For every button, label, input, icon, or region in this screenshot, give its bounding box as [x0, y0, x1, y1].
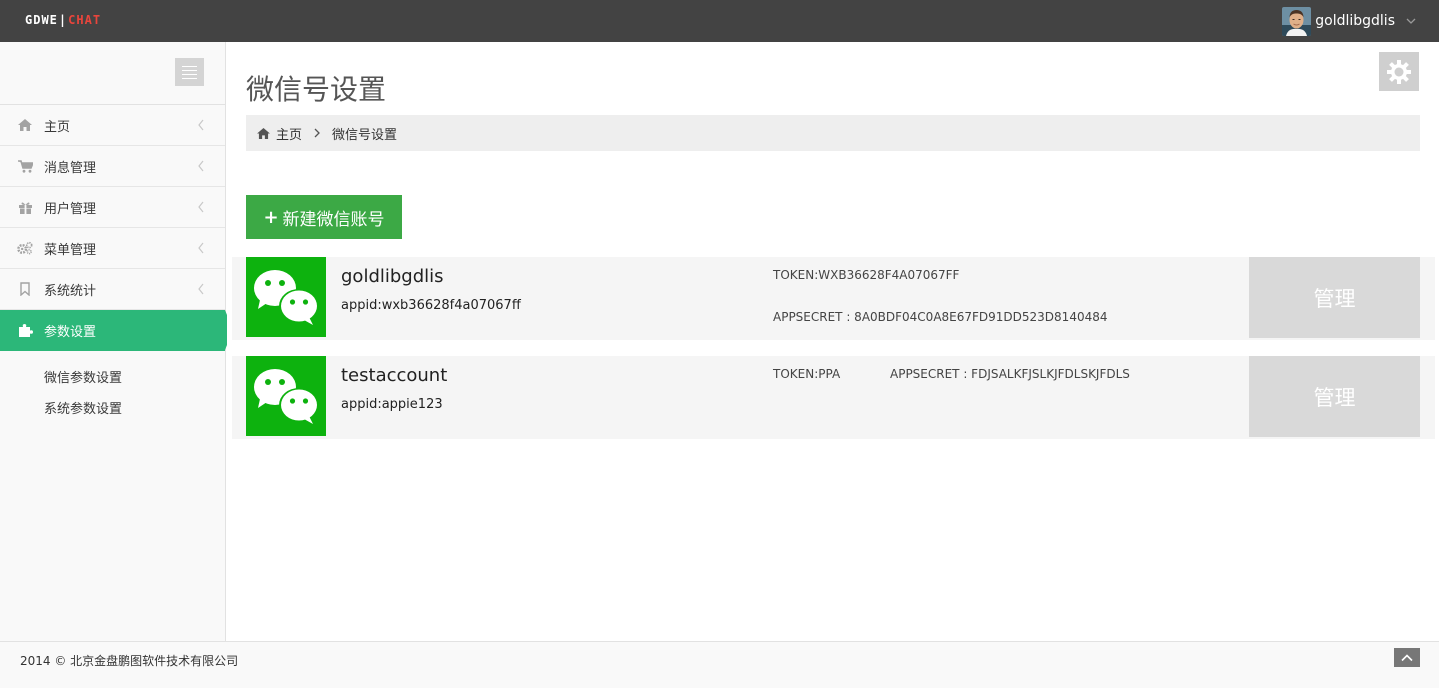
chevron-left-icon	[198, 283, 204, 295]
sidebar-toggle-bar	[0, 42, 225, 105]
chevron-left-icon	[198, 160, 204, 172]
logo-separator: |	[58, 13, 68, 27]
menu-bars-icon-line	[182, 77, 197, 79]
chevron-left-icon	[198, 119, 204, 131]
breadcrumb-home-link[interactable]: 主页	[276, 124, 302, 143]
menu-bars-icon-line	[182, 73, 197, 75]
chevron-up-icon	[1401, 654, 1413, 662]
gift-icon	[17, 199, 33, 215]
top-navbar: GDWE|CHAT goldlibgdlis	[0, 0, 1439, 42]
submenu-item-system-params[interactable]: 系统参数设置	[0, 394, 225, 425]
manage-button[interactable]: 管理	[1249, 257, 1420, 338]
new-wechat-account-button[interactable]: + 新建微信账号	[246, 195, 402, 239]
submenu-item-wechat-params[interactable]: 微信参数设置	[0, 363, 225, 394]
new-button-label: 新建微信账号	[282, 209, 385, 230]
sidebar-item-statistics[interactable]: 系统统计	[0, 269, 225, 310]
cogs-icon	[17, 240, 33, 256]
puzzle-icon	[17, 323, 33, 339]
logo-text-primary: GDWE	[25, 13, 58, 27]
sidebar-item-home[interactable]: 主页	[0, 105, 225, 146]
main-content: 微信号设置 主页 微信号设置 + 新建微信账号 goldlibgdlis app…	[227, 42, 1439, 641]
bookmark-icon	[17, 281, 33, 297]
wechat-logo-icon	[246, 356, 326, 436]
plus-icon: +	[263, 206, 279, 228]
sidebar-item-label: 参数设置	[44, 325, 97, 340]
sidebar-item-label: 消息管理	[44, 160, 97, 176]
sidebar-item-label: 系统统计	[44, 283, 97, 299]
user-menu[interactable]: goldlibgdlis	[1282, 6, 1417, 36]
sidebar-item-users[interactable]: 用户管理	[0, 187, 225, 228]
home-icon	[257, 127, 270, 139]
chevron-left-icon	[198, 201, 204, 213]
home-icon	[17, 117, 33, 133]
menu-bars-icon	[182, 65, 197, 67]
page-title: 微信号设置	[246, 73, 387, 106]
username: goldlibgdlis	[1315, 13, 1395, 29]
footer: 2014 © 北京金盘鹏图软件技术有限公司	[0, 641, 1439, 688]
sidebar-item-label: 主页	[44, 119, 71, 135]
account-card: goldlibgdlis appid:wxb36628f4a07067ff TO…	[232, 257, 1435, 340]
chevron-down-icon	[1406, 18, 1416, 24]
manage-button[interactable]: 管理	[1249, 356, 1420, 437]
settings-submenu: 微信参数设置 系统参数设置	[0, 351, 225, 425]
avatar	[1282, 6, 1312, 36]
logo-text-accent: CHAT	[68, 13, 102, 27]
chevron-right-icon	[314, 128, 320, 138]
wechat-logo-icon	[246, 257, 326, 337]
breadcrumb: 主页 微信号设置	[246, 115, 1420, 151]
sidebar-item-menus[interactable]: 菜单管理	[0, 228, 225, 269]
breadcrumb-current: 微信号设置	[332, 127, 398, 143]
account-appsecret: APPSECRET : 8A0BDF04C0A8E67FD91DD523D814…	[773, 310, 1108, 324]
sidebar-item-label: 用户管理	[44, 201, 97, 217]
account-name: testaccount	[341, 365, 448, 386]
gear-icon	[1387, 59, 1411, 84]
back-to-top-button[interactable]	[1394, 648, 1420, 667]
sidebar: 主页 消息管理 用户管理 菜单管理 系统统计 参数设置 微信参数设置 系统参数设…	[0, 42, 233, 641]
account-appsecret: APPSECRET : FDJSALKFJSLKJFDLSKJFDLS	[890, 367, 1130, 381]
account-appid: appid:appie123	[341, 397, 443, 412]
chevron-left-icon	[198, 242, 204, 254]
cart-icon	[17, 158, 33, 174]
account-appid: appid:wxb36628f4a07067ff	[341, 298, 521, 313]
sidebar-item-settings[interactable]: 参数设置	[0, 310, 233, 351]
menu-bars-icon-line	[182, 69, 197, 71]
settings-button[interactable]	[1379, 52, 1419, 91]
sidebar-item-messages[interactable]: 消息管理	[0, 146, 225, 187]
account-token: TOKEN:WXB36628F4A07067FF	[773, 268, 960, 282]
account-name: goldlibgdlis	[341, 266, 444, 287]
account-card: testaccount appid:appie123 TOKEN:PPA APP…	[232, 356, 1435, 439]
app-logo[interactable]: GDWE|CHAT	[25, 13, 101, 27]
sidebar-collapse-button[interactable]	[175, 58, 204, 86]
account-token: TOKEN:PPA	[773, 367, 841, 381]
sidebar-item-label: 菜单管理	[44, 242, 97, 258]
copyright-text: 2014 © 北京金盘鹏图软件技术有限公司	[20, 654, 239, 668]
